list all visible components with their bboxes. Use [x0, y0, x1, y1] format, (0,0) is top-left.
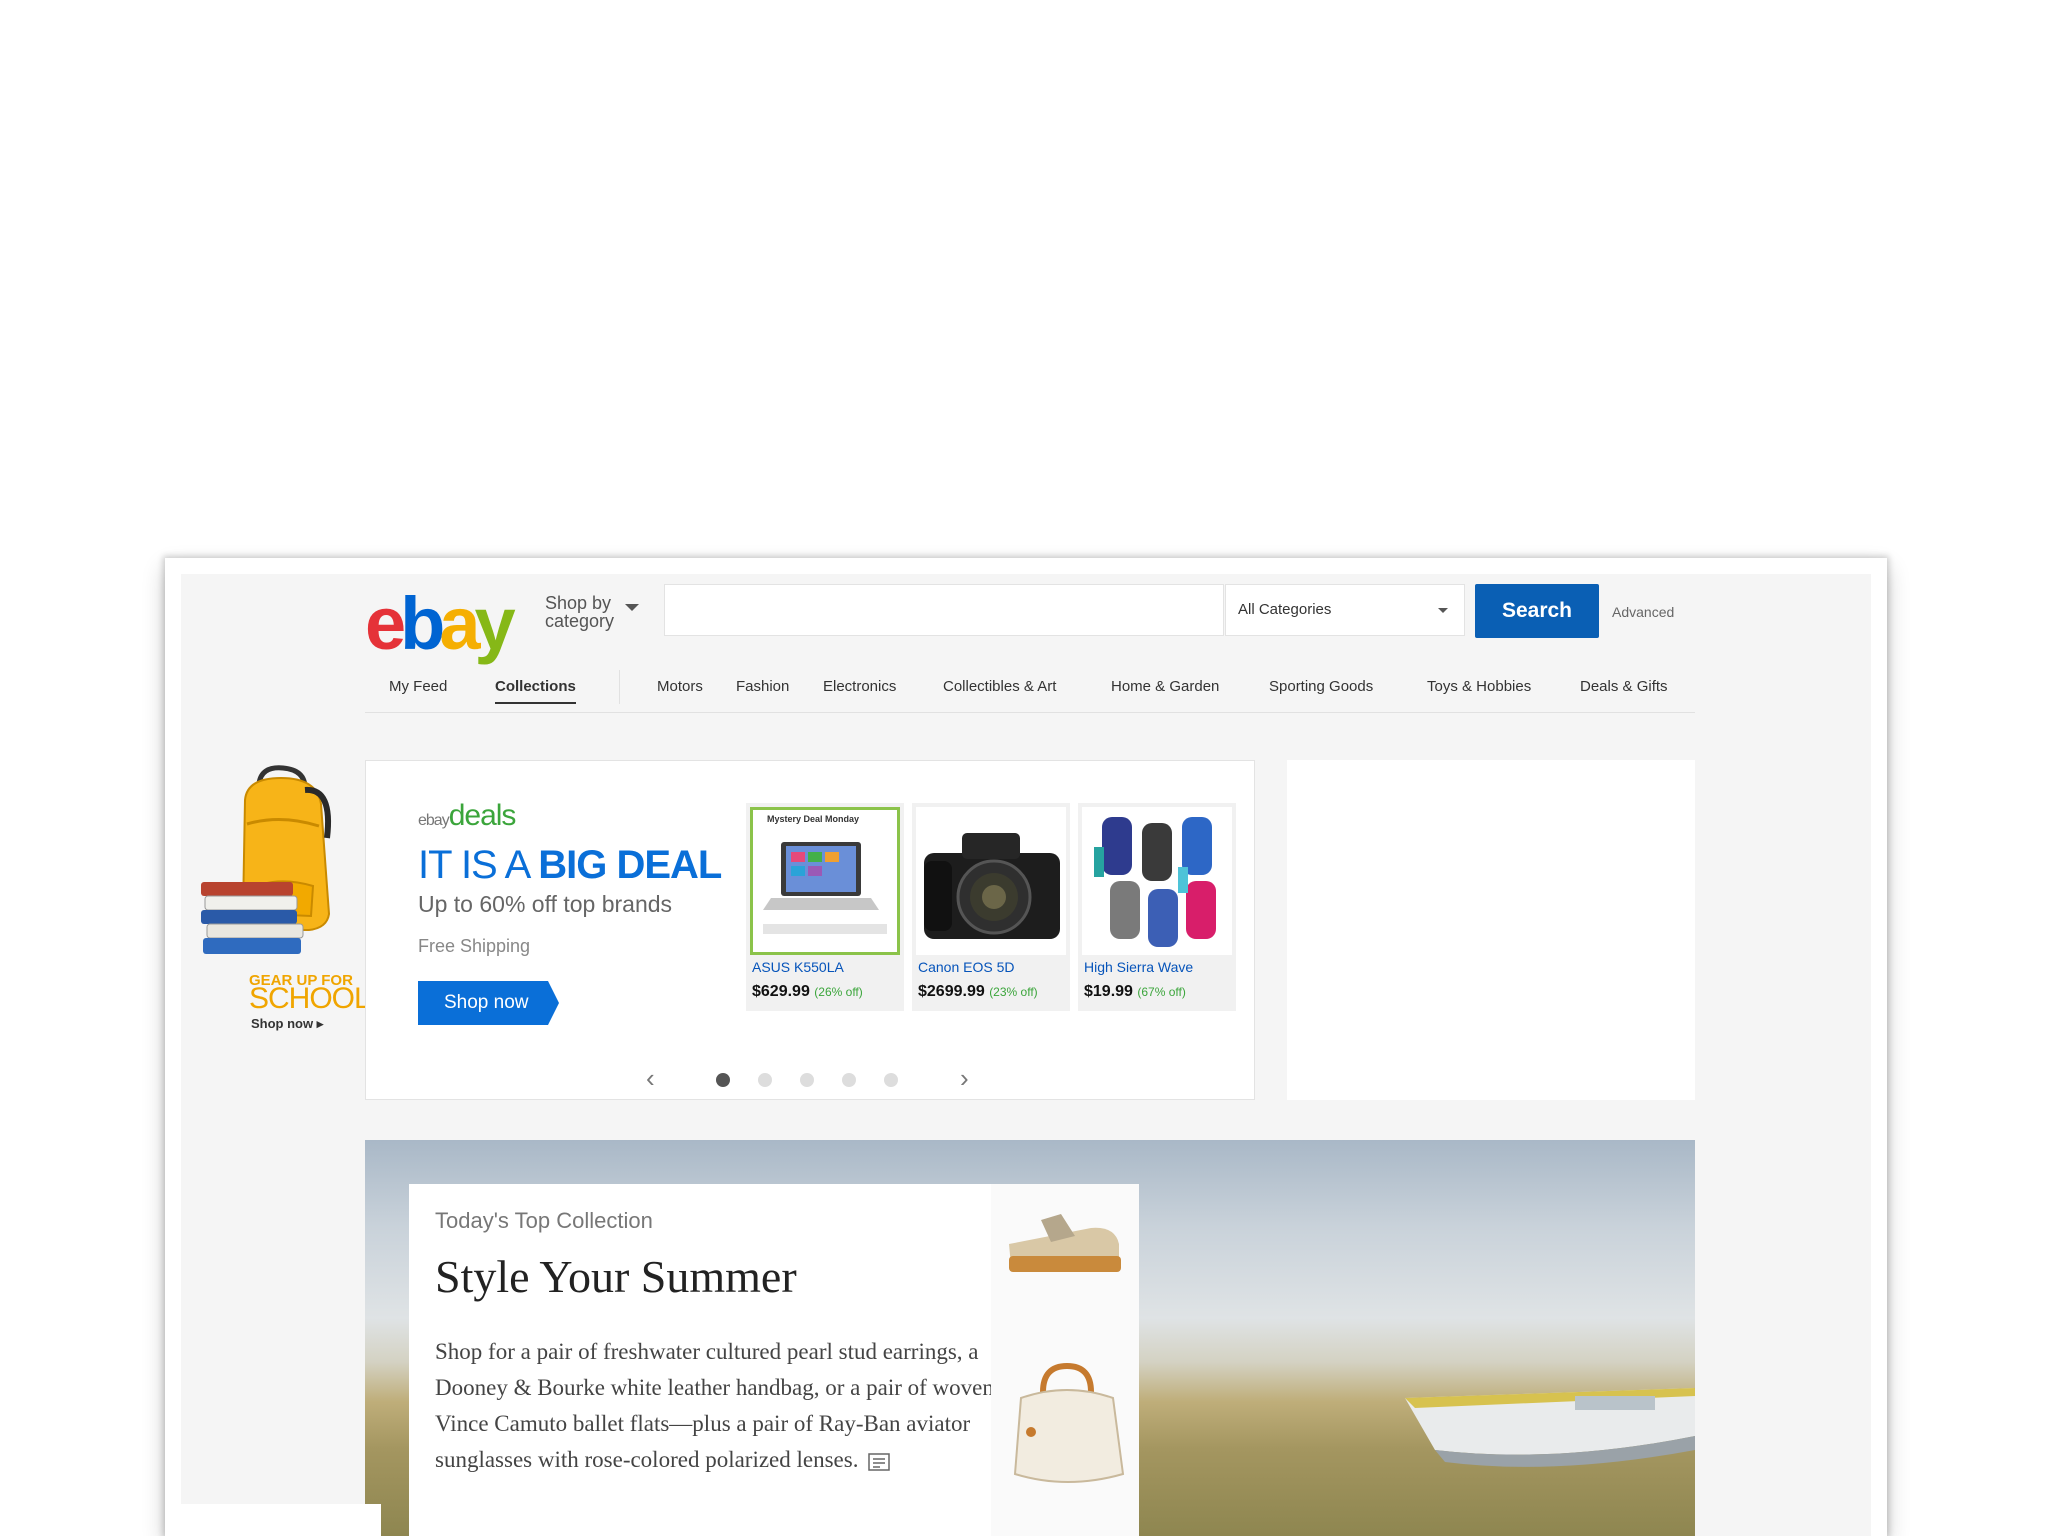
- nav-divider: [619, 670, 620, 704]
- product-discount: (26% off): [814, 985, 863, 999]
- ebay-logo[interactable]: ebay: [365, 582, 516, 665]
- carousel-dot[interactable]: [800, 1073, 814, 1087]
- carousel-dot[interactable]: [884, 1073, 898, 1087]
- category-select-value: All Categories: [1238, 601, 1332, 618]
- deal-product-card[interactable]: Mystery Deal Monday ASUS K550LA $629.99 …: [746, 803, 904, 1011]
- product-image: Mystery Deal Monday: [750, 807, 900, 955]
- logo-letter-b: b: [400, 582, 445, 665]
- nav-item-home-garden[interactable]: Home & Garden: [1111, 678, 1219, 695]
- camera-icon: [924, 833, 1060, 939]
- nav-item-toys-hobbies[interactable]: Toys & Hobbies: [1427, 678, 1531, 695]
- product-price: $19.99 (67% off): [1084, 983, 1234, 1001]
- chevron-down-icon: [625, 604, 639, 611]
- back-to-school-ad[interactable]: GEAR UP FOR SCHOOL Shop now ▸: [201, 764, 371, 1044]
- chevron-down-icon: [1438, 608, 1448, 613]
- deals-carousel-controls: ‹ ›: [646, 1065, 976, 1091]
- logo-letter-e: e: [365, 582, 406, 665]
- category-label: category: [545, 611, 615, 631]
- shop-by-label: Shop by: [545, 593, 612, 613]
- logo-letter-y: y: [474, 582, 516, 665]
- school-ad-line2: SCHOOL: [249, 982, 371, 1015]
- school-ad-cta[interactable]: Shop now ▸: [251, 1016, 323, 1032]
- deals-subhead: Up to 60% off top brands: [418, 891, 673, 917]
- carousel-dot[interactable]: [716, 1073, 730, 1087]
- deal-product-card[interactable]: High Sierra Wave $19.99 (67% off): [1078, 803, 1236, 1011]
- page-bottom-strip: [181, 1504, 381, 1536]
- nav-item-motors[interactable]: Motors: [657, 678, 703, 695]
- advanced-search-link[interactable]: Advanced: [1612, 604, 1674, 620]
- product-name[interactable]: Canon EOS 5D: [918, 959, 1015, 975]
- category-select[interactable]: All Categories: [1225, 584, 1465, 636]
- deals-headline: IT IS A BIG DEAL: [418, 843, 722, 888]
- collection-eyebrow: Today's Top Collection: [435, 1208, 653, 1233]
- nav-item-sporting-goods[interactable]: Sporting Goods: [1269, 678, 1373, 695]
- deals-brand-big: deals: [448, 799, 517, 832]
- shop-now-button[interactable]: Shop now: [418, 981, 559, 1025]
- product-image: [1082, 807, 1232, 955]
- side-ad-slot: [1287, 760, 1695, 1100]
- free-shipping-label: Free Shipping: [418, 936, 531, 956]
- product-price-value: $19.99: [1084, 983, 1133, 1000]
- product-discount: (67% off): [1137, 985, 1186, 999]
- search-input[interactable]: [664, 584, 1224, 636]
- laptop-icon: [763, 842, 887, 934]
- search-button[interactable]: Search: [1475, 584, 1599, 638]
- product-image: [916, 807, 1066, 955]
- deals-headline-light: IT IS A: [418, 843, 539, 887]
- product-price-value: $2699.99: [918, 983, 985, 1000]
- top-collection-banner[interactable]: Today's Top Collection Style Your Summer…: [365, 1140, 1695, 1536]
- rowboat-icon: [1405, 1388, 1695, 1467]
- collection-items-icon: [1009, 1214, 1125, 1483]
- carousel-dot[interactable]: [842, 1073, 856, 1087]
- deal-product-card[interactable]: Canon EOS 5D $2699.99 (23% off): [912, 803, 1070, 1011]
- carousel-dot[interactable]: [758, 1073, 772, 1087]
- product-discount: (23% off): [989, 985, 1038, 999]
- ebay-deals-logo: ebaydeals: [418, 799, 517, 833]
- shop-by-category-button[interactable]: Shop by category: [545, 593, 639, 631]
- collection-title[interactable]: Style Your Summer: [435, 1250, 797, 1303]
- product-price: $629.99 (26% off): [752, 983, 902, 1001]
- collection-card: Today's Top Collection Style Your Summer…: [409, 1184, 1139, 1536]
- category-nav: My Feed Collections Motors Fashion Elect…: [365, 670, 1695, 713]
- collection-description-text: Shop for a pair of freshwater cultured p…: [435, 1339, 994, 1472]
- read-more-icon[interactable]: [868, 1452, 891, 1471]
- product-price-value: $629.99: [752, 983, 810, 1000]
- logo-letter-a: a: [439, 582, 480, 665]
- browser-viewport: ebay Shop by category All Categories Sea…: [181, 574, 1871, 1536]
- screenshot-frame: ebay Shop by category All Categories Sea…: [165, 558, 1887, 1536]
- chevron-right-icon[interactable]: ›: [960, 1065, 969, 1091]
- collection-thumbnails: [991, 1184, 1139, 1536]
- deals-banner: ebaydeals IT IS A BIG DEAL Up to 60% off…: [365, 760, 1255, 1100]
- nav-item-collections[interactable]: Collections: [495, 678, 576, 704]
- collection-description: Shop for a pair of freshwater cultured p…: [435, 1334, 995, 1478]
- nav-item-collectibles-art[interactable]: Collectibles & Art: [943, 678, 1056, 695]
- product-name[interactable]: ASUS K550LA: [752, 959, 844, 975]
- deals-brand-small: ebay: [418, 812, 450, 829]
- deals-headline-bold: BIG DEAL: [538, 843, 722, 887]
- nav-item-electronics[interactable]: Electronics: [823, 678, 896, 695]
- nav-item-my-feed[interactable]: My Feed: [389, 678, 447, 695]
- chevron-left-icon[interactable]: ‹: [646, 1065, 655, 1091]
- hydration-backpacks-icon: [1094, 817, 1216, 947]
- product-price: $2699.99 (23% off): [918, 983, 1068, 1001]
- nav-item-fashion[interactable]: Fashion: [736, 678, 789, 695]
- product-name[interactable]: High Sierra Wave: [1084, 959, 1193, 975]
- nav-item-deals-gifts[interactable]: Deals & Gifts: [1580, 678, 1668, 695]
- backpack-books-icon: [201, 765, 331, 954]
